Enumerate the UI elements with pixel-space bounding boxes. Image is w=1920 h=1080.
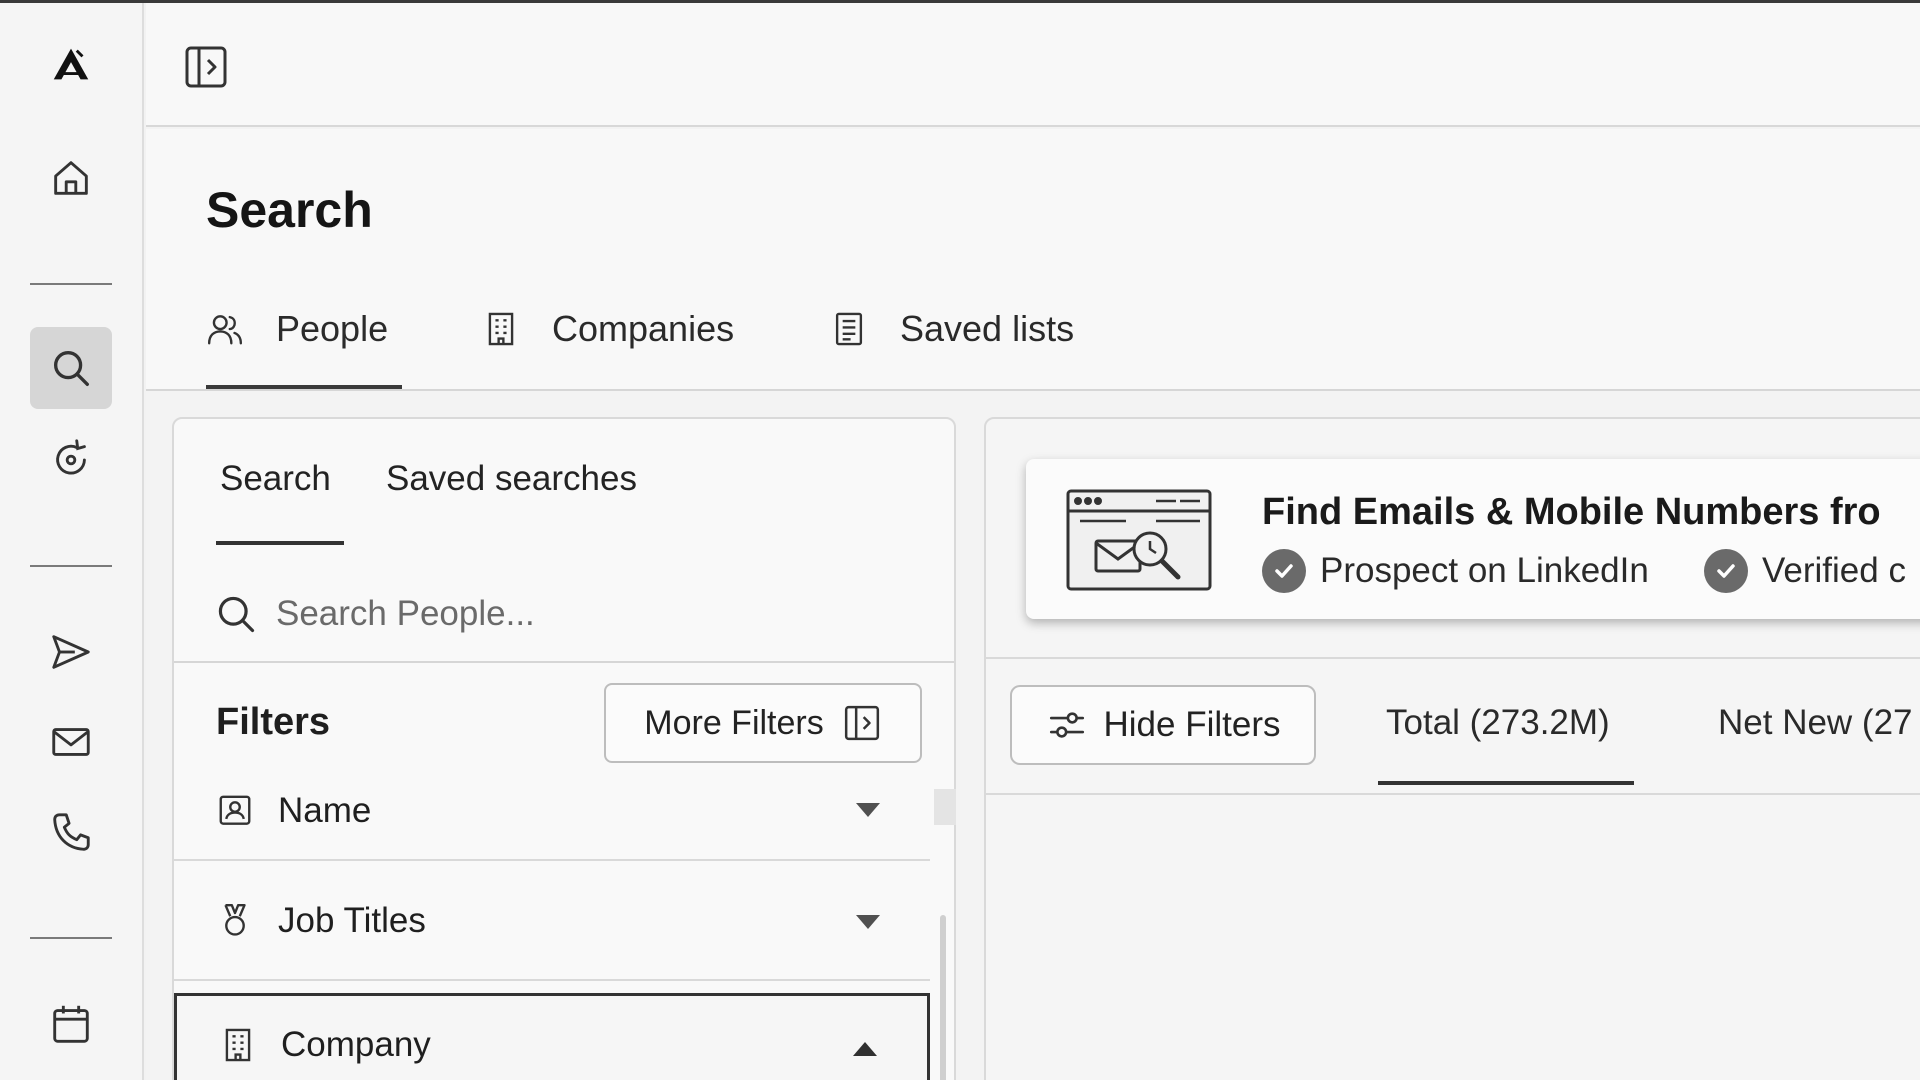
- hide-filters-label: Hide Filters: [1103, 705, 1281, 744]
- tab-label: Companies: [552, 308, 735, 349]
- check-circle-icon: [1704, 549, 1748, 593]
- send-icon[interactable]: [34, 615, 108, 689]
- promo-banner[interactable]: Find Emails & Mobile Numbers fro Prospec…: [1026, 459, 1920, 619]
- chevron-up-icon[interactable]: [853, 1042, 877, 1056]
- subtab-search[interactable]: Search: [220, 459, 331, 499]
- search-icon[interactable]: [30, 327, 112, 409]
- tab-companies[interactable]: Companies: [482, 299, 734, 359]
- filter-job-titles[interactable]: Job Titles: [174, 863, 930, 981]
- divider: [986, 657, 1920, 659]
- top-bar: [146, 3, 1920, 127]
- sliders-icon: [1049, 712, 1084, 738]
- main-area: Search People Companies Saved lists Sear…: [146, 3, 1920, 1080]
- more-filters-label: More Filters: [644, 703, 824, 742]
- promo-feature: Verified c: [1704, 549, 1906, 593]
- chevron-down-icon[interactable]: [856, 915, 880, 929]
- active-tab-indicator: [206, 385, 402, 389]
- filter-panel: Search Saved searches Filters More Filte…: [172, 417, 956, 1080]
- contact-card-icon: [216, 792, 254, 830]
- active-count-tab-indicator: [1378, 781, 1634, 785]
- people-icon: [207, 315, 243, 345]
- building-icon: [219, 1026, 257, 1064]
- page-title: Search: [206, 182, 373, 238]
- filter-name[interactable]: Name: [174, 763, 930, 861]
- tab-total[interactable]: Total (273.2M): [1386, 703, 1610, 743]
- search-people-input[interactable]: [276, 594, 876, 634]
- divider: [174, 661, 954, 663]
- search-icon: [218, 596, 255, 633]
- sidebar-divider: [30, 565, 112, 567]
- badge-award-icon: [216, 902, 254, 940]
- more-filters-button[interactable]: More Filters: [604, 683, 922, 763]
- sidebar-divider: [30, 937, 112, 939]
- sidebar-expand-icon[interactable]: [182, 43, 230, 91]
- refresh-cycle-icon[interactable]: [34, 423, 108, 497]
- promo-feature-label: Prospect on LinkedIn: [1320, 551, 1649, 590]
- tab-label: People: [276, 308, 389, 349]
- app-logo-icon[interactable]: [34, 27, 108, 101]
- page-header: Search People Companies Saved lists: [146, 129, 1920, 391]
- divider: [986, 793, 1920, 795]
- hide-filters-button[interactable]: Hide Filters: [1010, 685, 1316, 765]
- home-icon[interactable]: [34, 141, 108, 215]
- calendar-icon[interactable]: [34, 987, 108, 1061]
- email-search-illustration: [1066, 489, 1212, 591]
- tab-people[interactable]: People: [206, 299, 388, 359]
- building-icon: [488, 312, 514, 346]
- promo-title: Find Emails & Mobile Numbers fro: [1262, 491, 1881, 533]
- scrollbar-track[interactable]: [934, 789, 956, 825]
- phone-icon[interactable]: [34, 795, 108, 869]
- filter-company[interactable]: Company: [174, 993, 930, 1080]
- tab-saved-lists[interactable]: Saved lists: [830, 299, 1074, 359]
- mail-icon[interactable]: [34, 705, 108, 779]
- results-panel: Find Emails & Mobile Numbers fro Prospec…: [984, 417, 1920, 1080]
- app-sidebar: [0, 3, 144, 1080]
- promo-feature-label: Verified c: [1762, 551, 1906, 590]
- tab-label: Saved lists: [900, 308, 1075, 349]
- list-icon: [835, 312, 863, 346]
- scrollbar-thumb[interactable]: [940, 915, 946, 1080]
- filter-label: Name: [278, 791, 372, 830]
- chevron-down-icon[interactable]: [856, 803, 880, 817]
- filters-heading: Filters: [216, 701, 331, 743]
- people-search-box: [214, 579, 914, 649]
- active-subtab-indicator: [216, 541, 344, 545]
- tab-net-new[interactable]: Net New (27: [1718, 703, 1913, 743]
- sidebar-divider: [30, 283, 112, 285]
- sidebar-expand-icon: [844, 705, 879, 741]
- filter-label: Job Titles: [278, 901, 426, 940]
- check-circle-icon: [1262, 549, 1306, 593]
- subtab-saved-searches[interactable]: Saved searches: [386, 459, 637, 499]
- filter-label: Company: [281, 1024, 431, 1064]
- promo-feature: Prospect on LinkedIn: [1262, 549, 1649, 593]
